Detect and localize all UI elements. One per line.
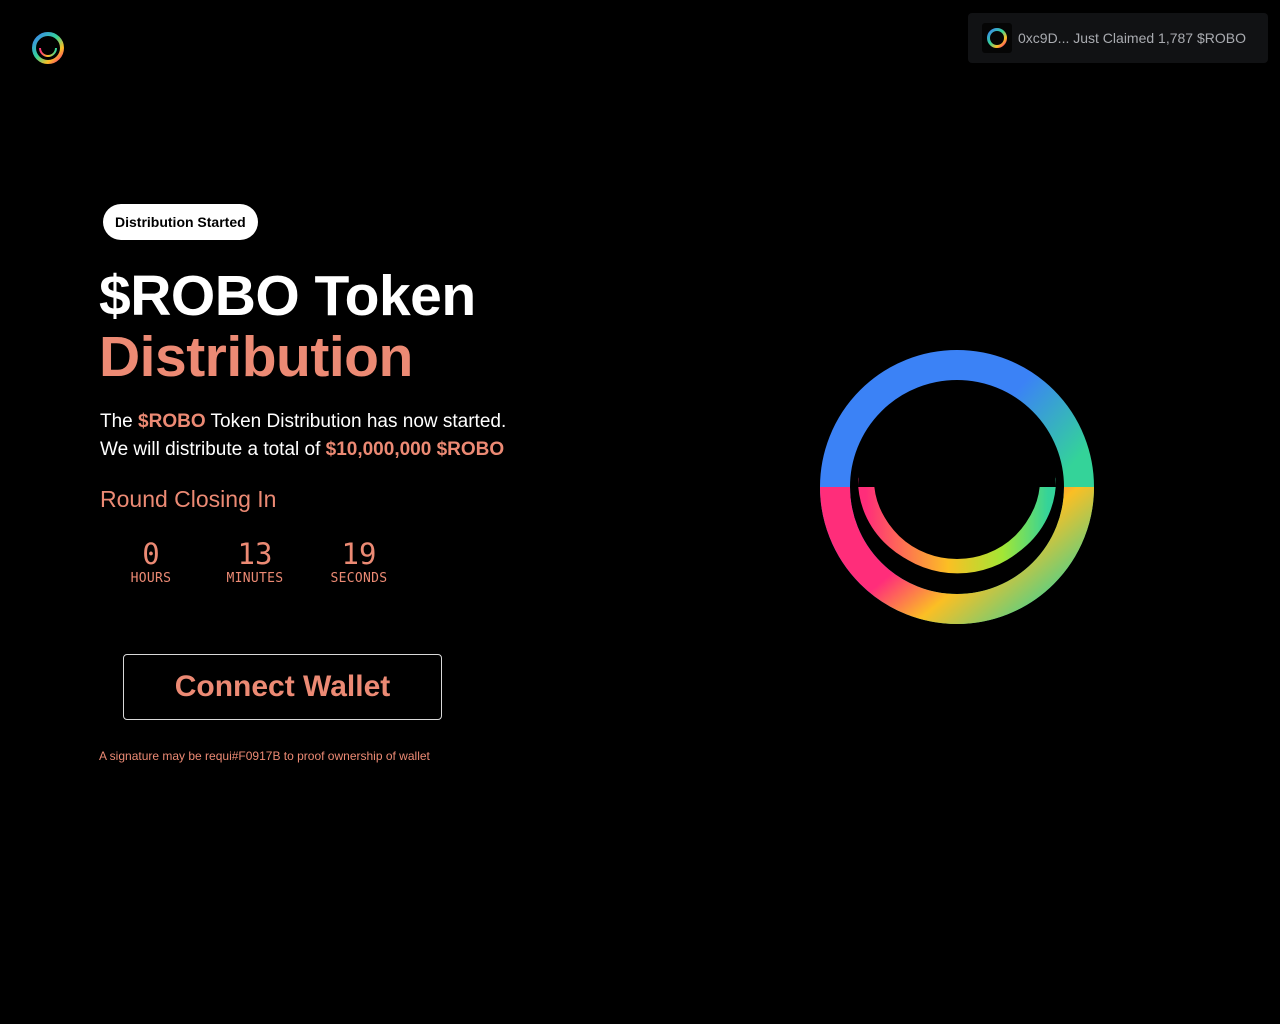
- countdown-minutes-value: 13: [237, 537, 273, 571]
- status-badge: Distribution Started: [103, 204, 258, 240]
- page: 0xc9D... Just Claimed 1,787 $ROBO Distri…: [0, 0, 1280, 1024]
- countdown-seconds-value: 19: [341, 537, 377, 571]
- countdown-hours: 0 HOURS: [120, 536, 182, 586]
- round-closing-label: Round Closing In: [100, 486, 277, 512]
- desc-text: Token Distribution has now started.: [205, 411, 507, 432]
- claim-notification: 0xc9D... Just Claimed 1,787 $ROBO: [968, 13, 1268, 63]
- ring-logo-icon[interactable]: [31, 31, 65, 65]
- claim-notification-text: 0xc9D... Just Claimed 1,787 $ROBO: [1018, 30, 1246, 46]
- countdown-timer: 0 HOURS 13 MINUTES 19 SECONDS: [120, 536, 432, 586]
- ring-graphic-icon: [818, 348, 1096, 626]
- countdown-minutes-label: MINUTES: [226, 571, 284, 586]
- countdown-seconds-label: SECONDS: [330, 571, 388, 586]
- ring-logo-icon: [982, 23, 1012, 53]
- distribution-description: The $ROBO Token Distribution has now sta…: [100, 408, 506, 464]
- countdown-hours-value: 0: [142, 537, 160, 571]
- connect-wallet-button[interactable]: Connect Wallet: [123, 654, 442, 720]
- countdown-minutes: 13 MINUTES: [224, 536, 286, 586]
- countdown-hours-label: HOURS: [130, 571, 172, 586]
- page-title-line1: $ROBO Token: [99, 264, 476, 328]
- signature-note: A signature may be requi#F0917B to proof…: [99, 749, 430, 763]
- desc-token: $ROBO: [138, 411, 206, 432]
- page-title-line2: Distribution: [99, 325, 413, 389]
- page-title: $ROBO Token Distribution: [99, 266, 476, 388]
- desc-total: $10,000,000 $ROBO: [325, 439, 505, 460]
- desc-text: We will distribute a total of: [100, 439, 326, 460]
- countdown-seconds: 19 SECONDS: [328, 536, 390, 586]
- desc-text: The: [100, 411, 139, 432]
